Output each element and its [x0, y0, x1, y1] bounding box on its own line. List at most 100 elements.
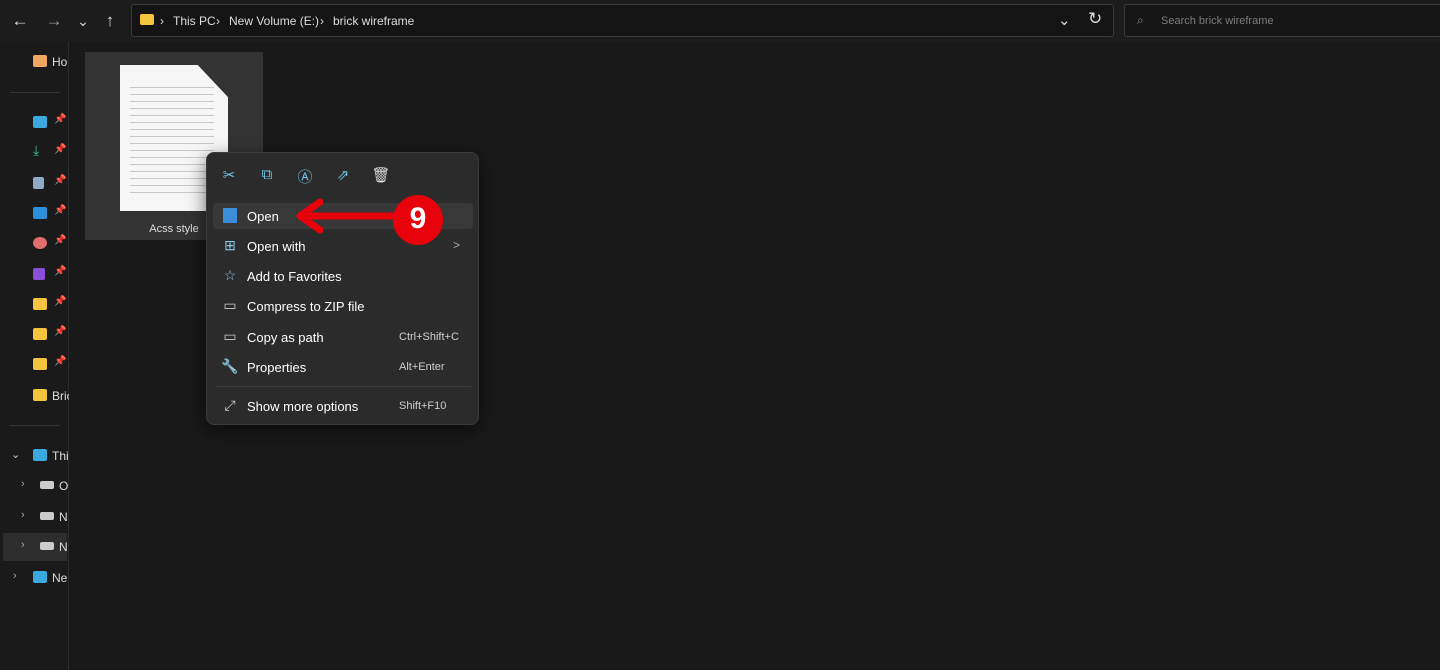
chevron-right-icon[interactable]: ›: [13, 570, 17, 582]
refresh-icon[interactable]: ↻: [1088, 9, 1102, 29]
crumb-brick-wireframe[interactable]: brick wireframe: [333, 14, 414, 28]
rename-icon[interactable]: Ⓐ: [292, 166, 318, 188]
menu-label: Copy as path: [247, 330, 324, 345]
drive-icon: [40, 542, 54, 550]
up-button[interactable]: ↑: [97, 8, 123, 34]
copy-path-icon: ▭: [223, 328, 237, 344]
folder-icon: [33, 358, 47, 370]
step-number: 9: [409, 202, 427, 235]
menu-separator: [215, 386, 471, 387]
back-button[interactable]: ←: [7, 8, 33, 34]
pin-icon: 📌: [54, 266, 67, 277]
sidebar-label: Ne: [52, 571, 68, 585]
menu-item-copy-as-path[interactable]: ▭ Copy as path Ctrl+Shift+C: [213, 324, 473, 350]
menu-label: Properties: [247, 360, 307, 375]
sidebar-item-home[interactable]: Ho: [0, 48, 69, 76]
sidebar-label: O: [59, 479, 69, 493]
menu-label: Show more options: [247, 399, 359, 414]
divider: [10, 92, 60, 93]
star-icon: ☆: [223, 267, 237, 283]
open-with-icon: ⊞: [224, 237, 236, 253]
crumb-separator: ›: [320, 14, 324, 28]
crumb-new-volume[interactable]: New Volume (E:): [229, 14, 319, 28]
pin-icon: 📌: [54, 205, 67, 216]
chevron-right-icon[interactable]: ›: [21, 478, 25, 490]
sidebar-item-drive-selected[interactable]: › N: [3, 533, 67, 561]
zip-folder-icon: ▭: [223, 297, 237, 313]
sidebar-item-music[interactable]: 📌: [0, 230, 69, 258]
crumb-separator: ›: [216, 14, 220, 28]
menu-item-show-more-options[interactable]: ⤢ Show more options Shift+F10: [213, 393, 473, 419]
document-icon: [33, 177, 44, 189]
search-icon: ⌕: [1137, 13, 1144, 27]
sidebar-item-this-pc[interactable]: ⌄ Thi: [0, 442, 69, 470]
sidebar-label: N: [59, 540, 67, 554]
chevron-down-icon[interactable]: ⌄: [11, 448, 20, 461]
pin-icon: 📌: [54, 144, 67, 155]
menu-label: Open: [247, 209, 279, 224]
sidebar-item-videos[interactable]: 📌: [0, 261, 69, 289]
wrench-icon: 🔧: [221, 358, 239, 374]
video-icon: [33, 268, 45, 280]
chevron-down-icon[interactable]: ⌄: [1058, 11, 1071, 29]
menu-shortcut: Alt+Enter: [399, 361, 445, 373]
network-icon: [33, 571, 47, 583]
forward-button[interactable]: →: [41, 8, 67, 34]
computer-icon: [33, 449, 47, 461]
sidebar-item-desktop[interactable]: 📌: [0, 109, 69, 137]
folder-icon: [140, 14, 154, 25]
chevron-right-icon[interactable]: ›: [21, 509, 25, 521]
share-icon[interactable]: ⇗: [330, 166, 356, 188]
sidebar-item-pictures[interactable]: 📌: [0, 200, 69, 228]
sidebar-item-drive[interactable]: › N: [0, 503, 69, 531]
drive-icon: [40, 512, 54, 520]
pin-icon: 📌: [54, 356, 67, 367]
sidebar-label: Ho: [52, 55, 68, 69]
music-icon: [33, 237, 47, 249]
home-icon: [33, 55, 47, 67]
pin-icon: 📌: [54, 175, 67, 186]
drive-icon: [40, 481, 54, 489]
pin-icon: 📌: [54, 326, 67, 337]
menu-item-compress-zip[interactable]: ▭ Compress to ZIP file: [213, 293, 473, 319]
sidebar-item-network[interactable]: › Ne: [0, 564, 69, 592]
menu-label: Compress to ZIP file: [247, 299, 365, 314]
search-input[interactable]: ⌕ Search brick wireframe: [1124, 4, 1440, 37]
menu-item-add-to-favorites[interactable]: ☆ Add to Favorites: [213, 263, 473, 289]
folder-icon: [33, 389, 47, 401]
pin-icon: 📌: [54, 114, 67, 125]
recent-locations-button[interactable]: ⌄: [70, 8, 96, 34]
cut-icon[interactable]: ✂: [216, 166, 242, 188]
sidebar-item-folder[interactable]: 📌: [0, 321, 69, 349]
sidebar-item-folder[interactable]: 📌: [0, 351, 69, 379]
folder-icon: [33, 328, 47, 340]
desktop-icon: [33, 116, 47, 128]
search-placeholder: Search brick wireframe: [1161, 15, 1274, 27]
delete-icon[interactable]: 🗑: [368, 166, 394, 188]
sidebar-item-drive[interactable]: › O: [0, 472, 69, 500]
sidebar-label: N: [59, 510, 68, 524]
menu-shortcut: Ctrl+Shift+C: [399, 331, 459, 343]
sidebar-label: Thi: [52, 449, 69, 463]
notepad-icon: [223, 208, 237, 223]
crumb-this-pc[interactable]: This PC: [173, 14, 216, 28]
sidebar-item-folder[interactable]: 📌: [0, 291, 69, 319]
crumb-separator: ›: [160, 14, 164, 28]
chevron-right-icon[interactable]: ›: [21, 539, 25, 551]
sidebar-item-documents[interactable]: 📌: [0, 170, 69, 198]
address-bar[interactable]: › This PC › New Volume (E:) › brick wire…: [131, 4, 1114, 37]
menu-item-properties[interactable]: 🔧 Properties Alt+Enter: [213, 354, 473, 380]
sidebar-label: Bric: [52, 389, 69, 403]
download-icon: ⤓: [33, 142, 40, 158]
pictures-icon: [33, 207, 47, 219]
divider: [10, 425, 60, 426]
pin-icon: 📌: [54, 235, 67, 246]
menu-shortcut: Shift+F10: [399, 400, 447, 412]
sidebar-item-brick[interactable]: Bric: [0, 382, 69, 410]
expand-icon: ⤢: [224, 397, 236, 413]
sidebar-item-downloads[interactable]: ⤓ 📌: [0, 139, 69, 167]
pin-icon: 📌: [54, 296, 67, 307]
menu-label: Add to Favorites: [247, 269, 342, 284]
copy-icon[interactable]: ⧉: [254, 166, 280, 188]
folder-icon: [33, 298, 47, 310]
